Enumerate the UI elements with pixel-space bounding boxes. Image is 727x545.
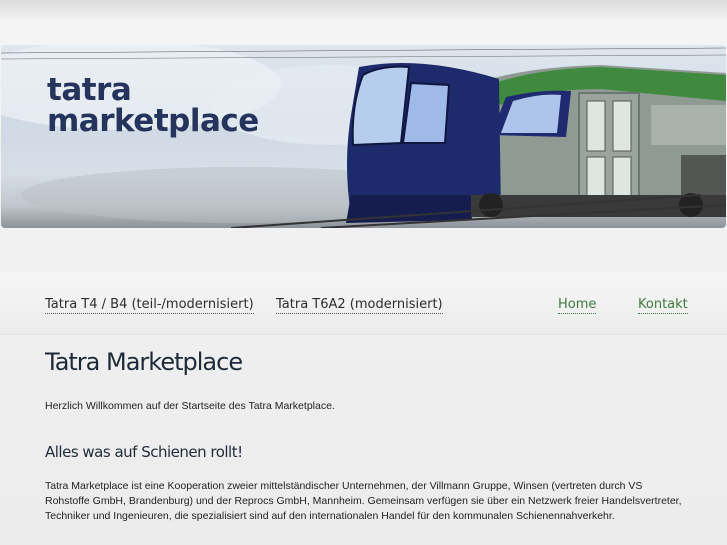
section-heading: Alles was auf Schienen rollt! (45, 443, 243, 461)
header-banner: tatra marketplace (1, 45, 726, 228)
main-content: Tatra Marketplace Herzlich Willkommen au… (45, 348, 685, 522)
description-paragraph: Tatra Marketplace ist eine Kooperation z… (45, 480, 682, 522)
page-title: Tatra Marketplace (45, 348, 243, 376)
nav-link-kontakt[interactable]: Kontakt (638, 297, 688, 314)
intro-text: Herzlich Willkommen auf der Startseite d… (45, 400, 335, 412)
nav-link-home[interactable]: Home (558, 297, 597, 314)
nav-link-tatra-t6a2[interactable]: Tatra T6A2 (modernisiert) (276, 297, 443, 314)
logo-text-line2: marketplace (47, 103, 259, 139)
logo-text-line1: tatra (47, 72, 132, 108)
top-band (0, 0, 727, 20)
nav-link-tatra-t4-b4[interactable]: Tatra T4 / B4 (teil-/modernisiert) (45, 297, 254, 314)
site-logo[interactable]: tatra marketplace (47, 75, 259, 137)
